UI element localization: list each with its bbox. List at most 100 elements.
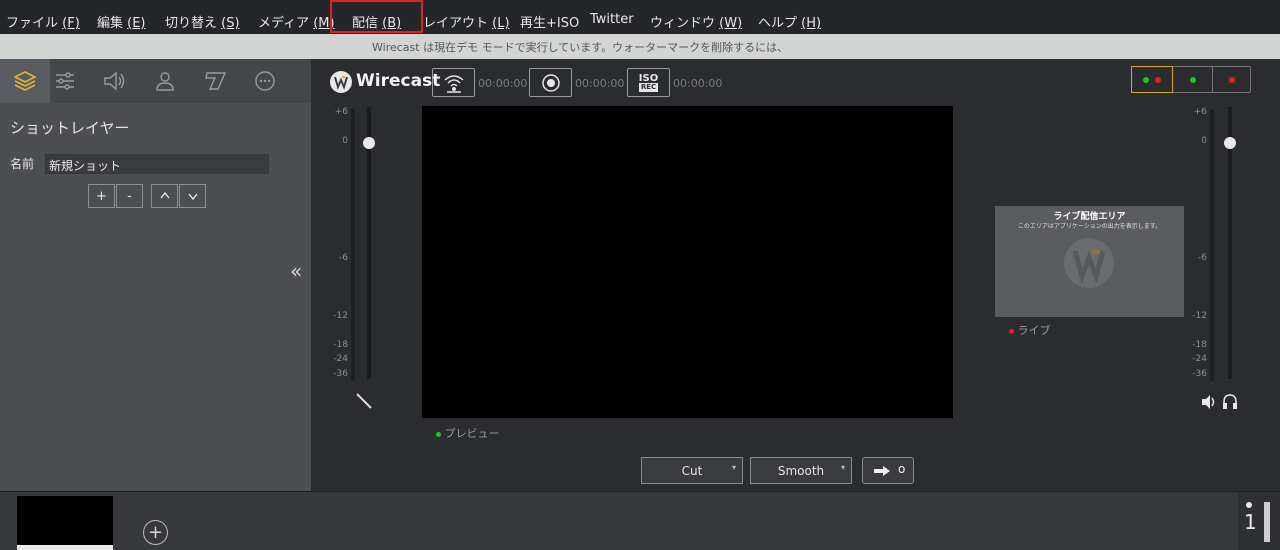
iso-rec-label: REC	[638, 82, 659, 92]
live-volume-knob[interactable]	[1224, 137, 1236, 149]
live-label: ライブ	[1009, 322, 1051, 338]
speaker-output-icon[interactable]	[1200, 393, 1218, 411]
meter-tick: -6	[339, 253, 348, 263]
green-dot-icon	[1189, 76, 1196, 83]
menu-edit[interactable]: 編集 (E)	[97, 12, 146, 31]
meter-tick: -12	[333, 311, 348, 321]
meter-tick: -24	[1192, 354, 1207, 364]
record-icon	[541, 73, 560, 92]
remove-layer-button[interactable]: -	[116, 184, 143, 208]
smooth-label: Smooth	[777, 464, 825, 478]
menu-layout[interactable]: レイアウト (L)	[423, 12, 510, 31]
chevron-down-icon: ▾	[731, 463, 736, 472]
app-logo-text: Wirecast	[356, 71, 441, 91]
layer-dot-icon	[1246, 502, 1252, 508]
cut-label: Cut	[681, 464, 703, 478]
demo-banner: Wirecast は現在デモ モードで実行しています。ウォーターマークを削除する…	[0, 34, 1280, 59]
preview-canvas[interactable]	[422, 106, 953, 418]
audio-meter-bar	[1210, 109, 1214, 381]
menu-switch[interactable]: 切り替え (S)	[165, 12, 240, 31]
menu-media[interactable]: メディア (M)	[258, 12, 335, 31]
red-dot-icon	[1229, 76, 1235, 83]
wirecast-window: ファイル (F) 編集 (E) 切り替え (S) メディア (M) 配信 (B)…	[0, 0, 1280, 550]
layout-preview-button[interactable]	[1172, 67, 1212, 92]
preview-status-dot	[436, 432, 441, 437]
meter-tick: +6	[334, 107, 348, 117]
headphones-icon[interactable]	[1221, 393, 1239, 411]
panel-tabbar	[0, 59, 311, 103]
tab-audio[interactable]	[90, 59, 140, 103]
preview-label-text: プレビュー	[444, 427, 500, 440]
live-output[interactable]: ライブ配信エリア このエリアはアプリケーションの出力を表示します。	[995, 206, 1184, 317]
person-icon	[156, 72, 174, 91]
menu-twitter[interactable]: Twitter	[590, 12, 634, 27]
meter-tick: 0	[1201, 136, 1207, 146]
arrow-right-icon	[874, 466, 890, 476]
wifi-stream-icon	[444, 74, 463, 93]
move-up-button[interactable]	[151, 184, 178, 208]
title-icon	[205, 72, 227, 90]
smooth-transition-select[interactable]: Smooth ▾	[750, 457, 852, 484]
audio-meter-bar	[351, 109, 355, 381]
more-icon	[255, 71, 275, 91]
banner-text: Wirecast は現在デモ モードで実行しています。ウォーターマークを削除する…	[372, 41, 789, 54]
wirecast-logo-icon	[330, 71, 352, 93]
iso-rec-icon: ISO REC	[638, 72, 659, 92]
sliders-icon	[56, 72, 74, 90]
preview-volume-knob[interactable]	[363, 137, 375, 149]
name-label: 名前	[10, 157, 35, 171]
speaker-icon	[104, 71, 125, 91]
shot-layer-panel: ショットレイヤー 名前 新規ショット + - «	[0, 59, 311, 491]
add-layer-button[interactable]: +	[88, 184, 115, 208]
cut-transition-select[interactable]: Cut ▾	[641, 457, 743, 484]
go-transition-button[interactable]: o	[862, 457, 914, 484]
record-time: 00:00:00	[575, 77, 625, 90]
menu-help[interactable]: ヘルプ (H)	[758, 12, 821, 31]
live-label-text: ライブ	[1017, 324, 1051, 337]
meter-tick: 0	[342, 136, 348, 146]
chevron-up-icon	[159, 191, 170, 199]
wirecast-watermark-icon	[1064, 238, 1114, 288]
panel-title: ショットレイヤー	[10, 119, 130, 137]
stream-button[interactable]	[432, 68, 475, 97]
meter-tick: -36	[1192, 369, 1207, 379]
layers-icon	[13, 71, 37, 91]
tab-properties[interactable]	[40, 59, 90, 103]
chevron-down-icon: ▾	[840, 463, 845, 472]
tab-person[interactable]	[140, 59, 190, 103]
add-shot-button[interactable]: +	[143, 520, 168, 545]
layout-active-indicator	[1131, 66, 1173, 93]
layout-live-button[interactable]	[1212, 67, 1251, 92]
shot-name-input[interactable]: 新規ショット	[45, 154, 269, 174]
shot-thumbnail[interactable]	[17, 496, 113, 545]
menu-bar: ファイル (F) 編集 (E) 切り替え (S) メディア (M) 配信 (B)…	[0, 0, 1280, 34]
menu-window[interactable]: ウィンドウ (W)	[650, 12, 742, 31]
iso-label: ISO	[638, 72, 659, 84]
meter-tick: -12	[1192, 311, 1207, 321]
record-button[interactable]	[529, 68, 572, 97]
layout-toggle-group	[1131, 66, 1251, 93]
main-area: Wirecast 00:00:00 00:00:00 ISO REC 00:00…	[311, 59, 1280, 491]
tab-title[interactable]	[190, 59, 240, 103]
mute-slash-icon	[356, 393, 372, 409]
shot-caption	[17, 545, 113, 550]
chevron-down-icon	[187, 193, 198, 201]
live-area-subtitle: このエリアはアプリケーションの出力を表示します。	[1017, 223, 1162, 230]
meter-tick: +6	[1193, 107, 1207, 117]
shot-strip: + 1	[0, 491, 1280, 550]
preview-label: プレビュー	[436, 425, 500, 441]
strip-scrollbar[interactable]	[1264, 502, 1270, 542]
menu-playback-iso[interactable]: 再生+ISO	[520, 12, 579, 31]
layer-number[interactable]: 1	[1244, 510, 1257, 534]
meter-tick: -36	[333, 369, 348, 379]
live-status-dot	[1009, 329, 1014, 334]
tab-more[interactable]	[240, 59, 290, 103]
collapse-panel-button[interactable]: «	[290, 259, 302, 283]
meter-tick: -18	[1192, 340, 1207, 350]
iso-record-button[interactable]: ISO REC	[627, 68, 670, 97]
meter-tick: -24	[333, 354, 348, 364]
move-down-button[interactable]	[179, 184, 206, 208]
meter-tick: -6	[1198, 253, 1207, 263]
menu-file[interactable]: ファイル (F)	[6, 12, 80, 31]
meter-tick: -18	[333, 340, 348, 350]
